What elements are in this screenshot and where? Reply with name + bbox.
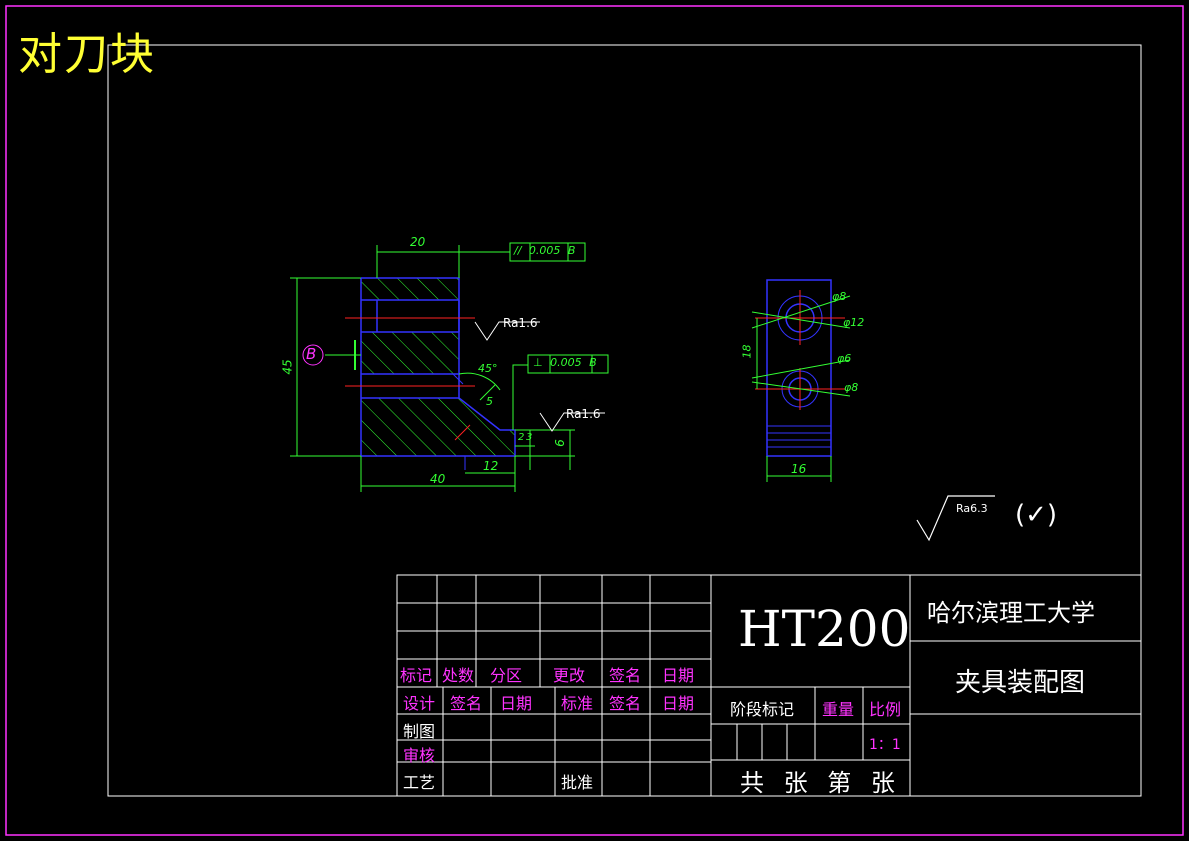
roughness-ra1-6-b: Ra1.6	[566, 407, 601, 421]
checked-label: 审核	[403, 746, 436, 765]
row2-label-2: 日期	[500, 694, 533, 713]
default-roughness-label: Ra6.3	[956, 502, 988, 515]
side-view	[751, 279, 851, 482]
dim-12: 12	[483, 459, 499, 473]
scale-value: 1：1	[869, 737, 901, 753]
row1-label-1: 处数	[442, 666, 475, 685]
row2-label-0: 设计	[403, 694, 436, 713]
row1-label-3: 更改	[553, 666, 586, 685]
scale-label: 比例	[869, 700, 902, 719]
row1-label-5: 日期	[662, 666, 695, 685]
perpendicular-tolerance: ⊥ 0.005 B	[533, 356, 597, 369]
dim-16: 16	[791, 462, 807, 476]
parallel-tolerance: // 0.005 B	[514, 244, 576, 257]
drawing-name: 夹具装配图	[955, 668, 1086, 698]
dim-20: 20	[410, 235, 426, 249]
row2-label-1: 签名	[450, 694, 483, 713]
row1-label-2: 分区	[490, 666, 523, 685]
dim-2: 2	[518, 432, 525, 443]
approved-label: 批准	[561, 773, 594, 792]
material-label: HT200	[738, 600, 911, 658]
dim-45: 45	[280, 359, 295, 375]
dim-18: 18	[740, 344, 754, 359]
drawn-label: 制图	[403, 722, 436, 741]
process-label: 工艺	[403, 773, 436, 792]
school-name: 哈尔滨理工大学	[927, 599, 1095, 627]
dim-phi12: φ12	[843, 316, 865, 329]
row2-label-5: 日期	[662, 694, 695, 713]
row2-label-4: 签名	[609, 694, 642, 713]
datum-b-label: B	[306, 345, 317, 363]
stage-label: 阶段标记	[730, 700, 795, 719]
dim-40: 40	[430, 472, 446, 486]
dim-phi8-bottom: φ8	[844, 381, 859, 394]
roughness-paren: (✓)	[1015, 500, 1058, 530]
row1-label-4: 签名	[609, 666, 642, 685]
dim-5: 5	[486, 395, 493, 408]
row1-label-0: 标记	[400, 666, 433, 685]
drawing-title: 对刀块	[18, 29, 156, 80]
dim-3: 3	[526, 432, 533, 443]
weight-label: 重量	[822, 700, 855, 719]
angle-45: 45°	[478, 362, 498, 375]
roughness-ra1-6-a: Ra1.6	[503, 316, 538, 330]
dim-6: 6	[552, 439, 567, 447]
sheet-info: 共 张 第 张	[740, 769, 901, 797]
dim-phi8-top: φ8	[832, 290, 847, 303]
row2-label-3: 标准	[561, 694, 594, 713]
dim-phi6: φ6	[837, 352, 852, 365]
